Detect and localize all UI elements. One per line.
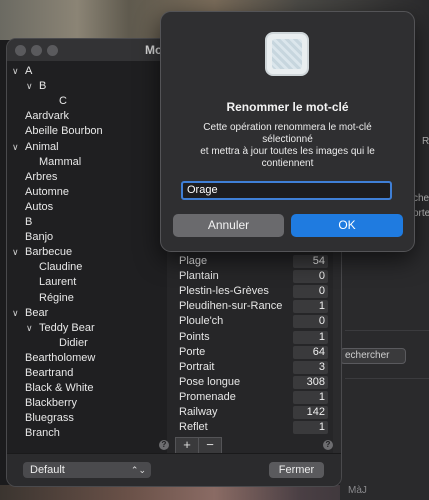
keyword-name: Promenade xyxy=(179,390,236,403)
tree-item[interactable]: Abeille Bourbon xyxy=(25,124,103,139)
keyword-name: Plantain xyxy=(179,270,219,283)
tree-item[interactable]: Branch xyxy=(25,426,60,441)
chevron-down-icon[interactable]: ∨ xyxy=(26,321,33,336)
chevron-down-icon[interactable]: ∨ xyxy=(26,79,33,94)
tree-item[interactable]: B xyxy=(25,215,32,230)
keyword-name: Portrait xyxy=(179,360,215,373)
keyword-count: 1 xyxy=(293,421,328,435)
close-button[interactable]: Fermer xyxy=(269,462,324,478)
list-item[interactable]: Plantain 0 xyxy=(167,269,333,284)
keyword-tree[interactable]: ∨ A ∨ B C Aardvark Abeille Bourbon ∨ Animal Mamma… xyxy=(7,61,167,453)
background-text-fragment: cher xyxy=(413,193,429,204)
dialog-message-line: et mettra à jour toutes les images qui l… xyxy=(200,146,375,157)
tree-item[interactable]: Animal xyxy=(25,140,59,155)
keyword-set-value: Default xyxy=(30,464,65,476)
list-item[interactable]: Portrait 3 xyxy=(167,360,333,375)
chevron-down-icon[interactable]: ∨ xyxy=(12,64,19,79)
keyword-count: 1 xyxy=(293,390,328,404)
list-item[interactable]: Ploule'ch 0 xyxy=(167,314,333,329)
add-keyword-button[interactable]: + xyxy=(175,437,199,454)
background-side-letter: R xyxy=(422,136,429,147)
dialog-title: Renommer le mot-clé xyxy=(226,100,349,114)
chevron-down-icon[interactable]: ∨ xyxy=(12,140,19,155)
background-text-fragment: MàJ xyxy=(348,485,367,496)
tree-item[interactable]: Régine xyxy=(39,291,74,306)
close-window-icon[interactable] xyxy=(15,45,26,56)
window-footer: Default ⌃⌄ Fermer xyxy=(7,453,341,486)
tree-item[interactable]: Mammal xyxy=(39,155,81,170)
keyword-name: Plage xyxy=(179,255,208,267)
list-item[interactable]: Reflet 1 xyxy=(167,420,333,435)
keyword-name: Porte xyxy=(179,345,206,358)
keyword-count: 54 xyxy=(293,255,328,268)
tree-item[interactable]: A xyxy=(25,64,32,79)
keyword-name: Railway xyxy=(179,406,218,418)
app-icon xyxy=(265,32,309,76)
tree-item[interactable]: Black & White xyxy=(25,381,93,396)
tree-item[interactable]: Arbres xyxy=(25,170,57,185)
chevron-down-icon[interactable]: ∨ xyxy=(12,306,19,321)
keyword-count: 142 xyxy=(293,406,328,419)
dialog-message-line: sélectionné xyxy=(262,134,313,145)
list-item[interactable]: Plestin-les-Grèves 0 xyxy=(167,284,333,299)
keyword-set-select[interactable]: Default ⌃⌄ xyxy=(23,462,151,478)
tree-item[interactable]: Blackberry xyxy=(25,396,77,411)
tree-item[interactable]: Teddy Bear xyxy=(39,321,95,336)
rename-keyword-dialog: Renommer le mot-clé Cette opération reno… xyxy=(160,11,415,252)
keyword-count: 0 xyxy=(293,315,328,329)
tree-item[interactable]: Bear xyxy=(25,306,48,321)
tree-item[interactable]: Autos xyxy=(25,200,53,215)
list-item[interactable]: Plage 54 xyxy=(167,254,333,269)
keyword-count: 1 xyxy=(293,300,328,314)
tree-item[interactable]: Barbecue xyxy=(25,245,72,260)
keyword-count: 0 xyxy=(293,270,328,284)
tree-item[interactable]: Beartrand xyxy=(25,366,73,381)
background-text-fragment: orte xyxy=(413,208,429,219)
background-search-button[interactable]: echercher xyxy=(340,348,406,364)
keyword-name: Plestin-les-Grèves xyxy=(179,285,269,298)
tree-item[interactable]: B xyxy=(39,79,46,94)
zoom-window-icon[interactable] xyxy=(47,45,58,56)
app-icon-image xyxy=(272,39,302,69)
help-icon[interactable]: ? xyxy=(159,440,169,450)
list-item[interactable]: Pleudihen-sur-Rance 1 xyxy=(167,299,333,314)
keyword-count: 3 xyxy=(293,360,328,374)
keyword-name: Pose longue xyxy=(179,375,241,388)
list-item[interactable]: Railway 142 xyxy=(167,405,333,420)
keyword-name-input[interactable]: Orage xyxy=(181,181,392,200)
list-item[interactable]: Promenade 1 xyxy=(167,390,333,405)
remove-keyword-button[interactable]: − xyxy=(198,437,222,454)
minimize-window-icon[interactable] xyxy=(31,45,42,56)
keyword-name: Points xyxy=(179,330,210,343)
tree-item[interactable]: Bluegrass xyxy=(25,411,74,426)
keyword-name: Ploule'ch xyxy=(179,315,224,328)
list-item[interactable]: Porte 64 xyxy=(167,345,333,360)
tree-item[interactable]: Didier xyxy=(59,336,88,351)
keyword-name: Reflet xyxy=(179,421,208,434)
divider xyxy=(345,330,429,331)
tree-item[interactable]: Laurent xyxy=(39,275,76,290)
tree-item[interactable]: Claudine xyxy=(39,260,82,275)
chevron-up-down-icon: ⌃⌄ xyxy=(130,465,146,475)
divider xyxy=(345,378,429,379)
tree-item[interactable]: Banjo xyxy=(25,230,53,245)
keyword-count: 308 xyxy=(293,375,328,389)
list-item[interactable]: Pose longue 308 xyxy=(167,375,333,390)
help-icon[interactable]: ? xyxy=(323,440,333,450)
search-button-label: echercher xyxy=(345,350,390,361)
dialog-message-line: contiennent xyxy=(261,158,314,169)
tree-item[interactable]: Beartholomew xyxy=(25,351,95,366)
tree-item[interactable]: Automne xyxy=(25,185,69,200)
tree-item[interactable]: Aardvark xyxy=(25,109,69,124)
cancel-button[interactable]: Annuler xyxy=(173,214,284,237)
keyword-count: 1 xyxy=(293,330,328,344)
keyword-name: Pleudihen-sur-Rance xyxy=(179,300,283,313)
tree-item[interactable]: C xyxy=(59,94,67,109)
ok-button[interactable]: OK xyxy=(291,214,403,237)
dialog-message-line: Cette opération renommera le mot-clé xyxy=(203,122,372,133)
keyword-count: 64 xyxy=(293,345,328,359)
list-item[interactable]: Points 1 xyxy=(167,330,333,345)
keyword-count: 0 xyxy=(293,285,328,299)
chevron-down-icon[interactable]: ∨ xyxy=(12,245,19,260)
